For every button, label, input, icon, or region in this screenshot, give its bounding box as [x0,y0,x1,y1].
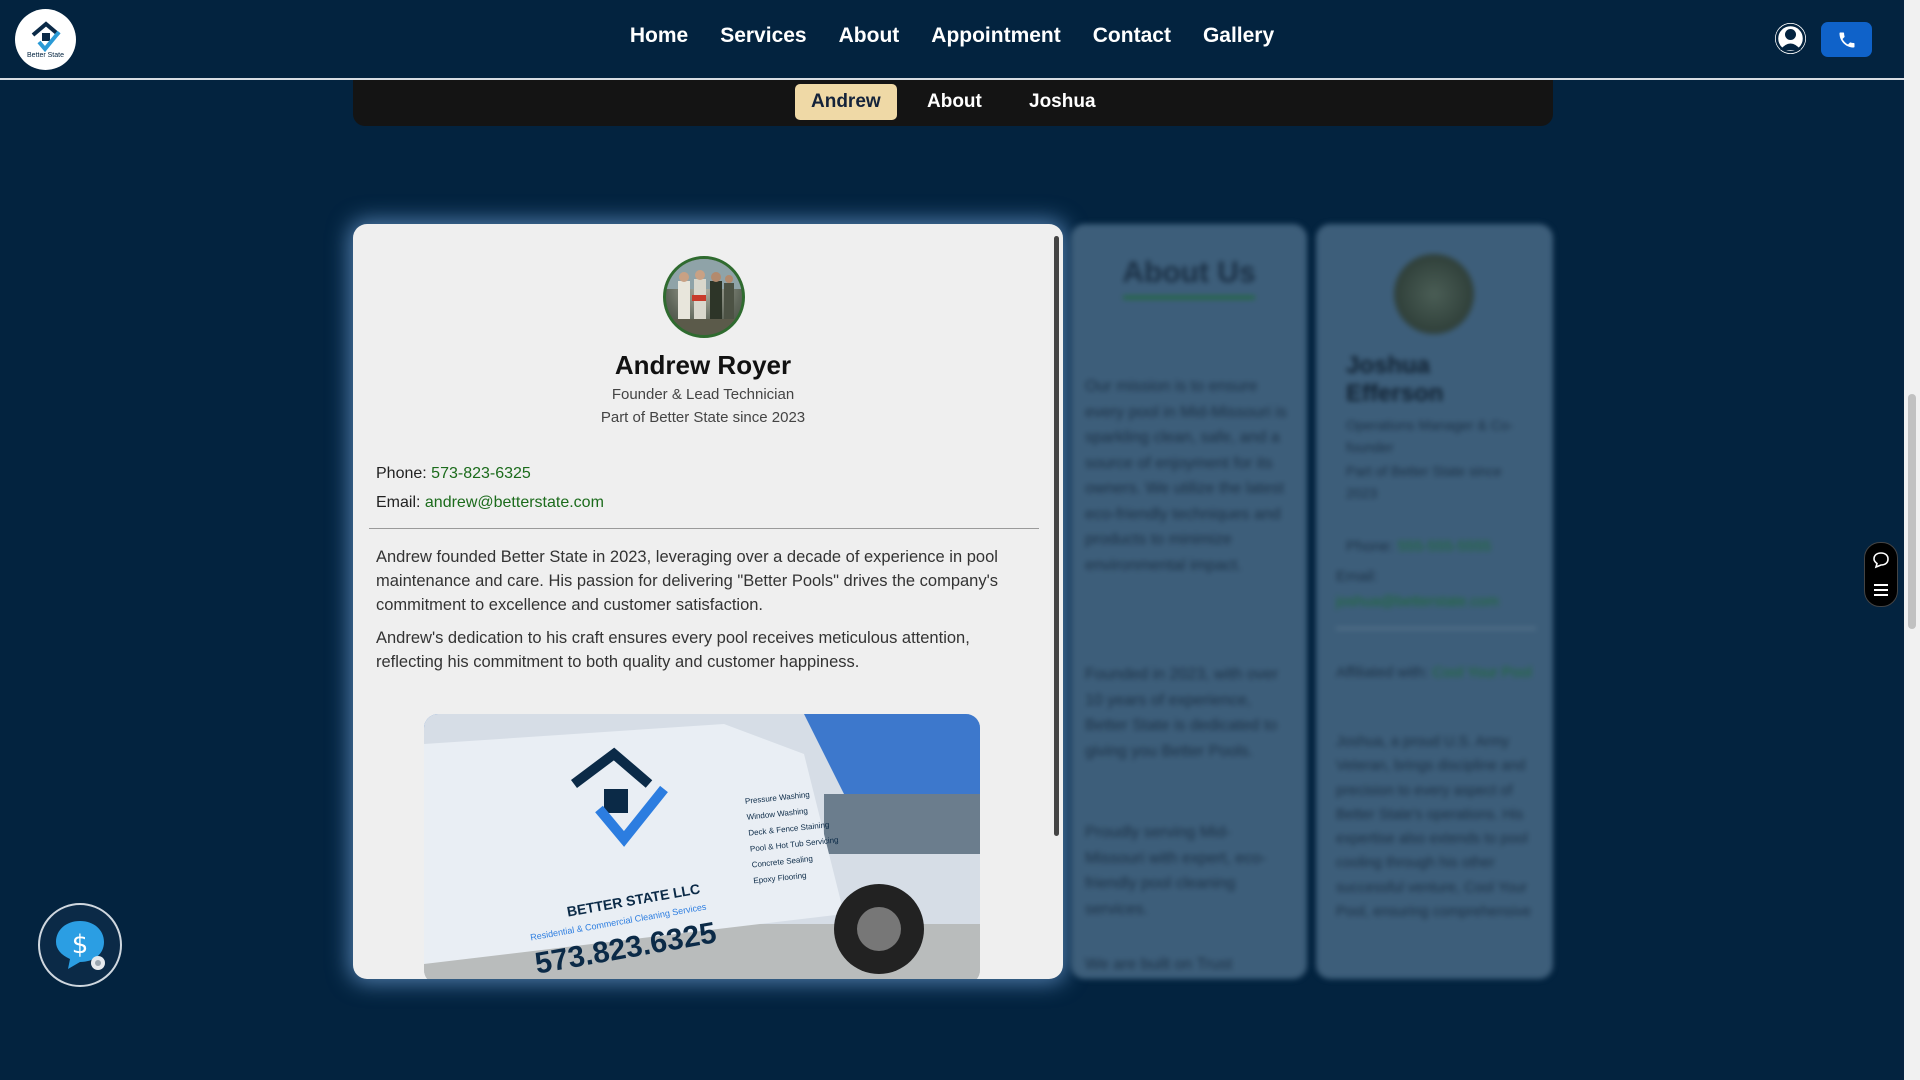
profile-name: Andrew Royer [614,350,792,380]
side-chat-widget [1864,542,1898,607]
phone-label: Phone: [376,465,427,482]
email-link[interactable]: andrew@betterstate.com [425,494,604,511]
dollar-chat-icon: $ [56,921,105,970]
team-photo [666,259,742,335]
about-heading: About Us [1122,256,1256,289]
affiliated-link[interactable]: Cool Your Pool [1432,664,1531,681]
user-icon [1775,23,1806,54]
about-us-card[interactable]: About Us Our mission is to ensure every … [1071,224,1307,979]
logo-text: Better State [27,52,64,59]
profile-title: Founder & Lead Technician [611,386,795,403]
tab-joshua[interactable]: Joshua [1013,84,1112,120]
nav-services[interactable]: Services [720,24,806,48]
bio-paragraph-2: Andrew's dedication to his craft ensures… [376,629,970,671]
phone-icon [1839,32,1854,47]
joshua-since: Part of Better State since 2023 [1346,463,1502,501]
joshua-phone-row: Phone: 555-555-5555 [1346,538,1546,555]
about-paragraph-1: Our mission is to ensure every pool in M… [1085,378,1287,574]
tab-andrew[interactable]: Andrew [795,84,897,120]
avatar [663,256,745,338]
nav-about[interactable]: About [839,24,900,48]
quote-chat-button[interactable]: $ [38,903,122,987]
joshua-avatar [1394,254,1474,334]
about-paragraph-3: Proudly serving Mid-Missouri with expert… [1085,824,1267,918]
truck-services: Pressure Washing Window Washing Deck & F… [744,785,842,890]
joshua-profile-card[interactable]: Joshua Efferson Operations Manager & Co-… [1316,224,1553,979]
joshua-name: Joshua Efferson [1346,352,1444,407]
phone-row: Phone: 573-823-6325 [376,465,531,483]
joshua-phone-link[interactable]: 555-555-5555 [1398,538,1491,555]
about-paragraph-4: We are built on Trust [1085,956,1233,973]
affiliated-label: Affiliated with: [1336,664,1429,681]
joshua-email-label: Email: [1336,568,1378,585]
profile-tab-bar: Andrew About Joshua [353,80,1553,126]
andrew-profile-card[interactable]: Andrew Royer Founder & Lead Technician P… [353,224,1063,979]
joshua-email-row: Email: joshua@betterstate.com [1336,564,1546,614]
joshua-bio: Joshua, a proud U.S. Army Veteran, bring… [1336,734,1532,921]
profile-since: Part of Better State since 2023 [600,409,806,426]
nav-appointment[interactable]: Appointment [931,24,1060,48]
user-account-button[interactable] [1775,23,1806,54]
about-paragraph-2: Founded in 2023, with over 10 years of e… [1085,666,1279,760]
chat-icon[interactable] [1872,551,1890,569]
svg-text:$: $ [72,930,89,960]
about-heading-underline [1123,296,1255,299]
nav-gallery[interactable]: Gallery [1203,24,1274,48]
menu-icon[interactable] [1872,581,1890,599]
top-navbar: Better State Home Services About Appoint… [0,0,1904,80]
bio-paragraph-1: Andrew founded Better State in 2023, lev… [376,548,999,614]
phone-link[interactable]: 573-823-6325 [431,465,531,482]
tab-about[interactable]: About [911,84,998,120]
call-button[interactable] [1821,22,1872,57]
card-scroll-thumb[interactable] [1054,236,1059,836]
page-scroll-thumb[interactable] [1908,394,1916,629]
joshua-phone-label: Phone: [1346,538,1394,555]
joshua-email-link[interactable]: joshua@betterstate.com [1336,589,1546,614]
nav-home[interactable]: Home [630,24,688,48]
email-row: Email: andrew@betterstate.com [376,494,604,512]
divider [369,528,1039,529]
joshua-affiliated: Affiliated with: Cool Your Pool [1336,660,1536,685]
nav-contact[interactable]: Contact [1093,24,1171,48]
joshua-title: Operations Manager & Co-founder [1346,417,1514,455]
joshua-divider [1336,628,1536,629]
main-nav: Home Services About Appointment Contact … [0,24,1904,48]
truck-photo: BETTER STATE LLC Residential & Commercia… [424,714,980,979]
email-label: Email: [376,494,421,511]
